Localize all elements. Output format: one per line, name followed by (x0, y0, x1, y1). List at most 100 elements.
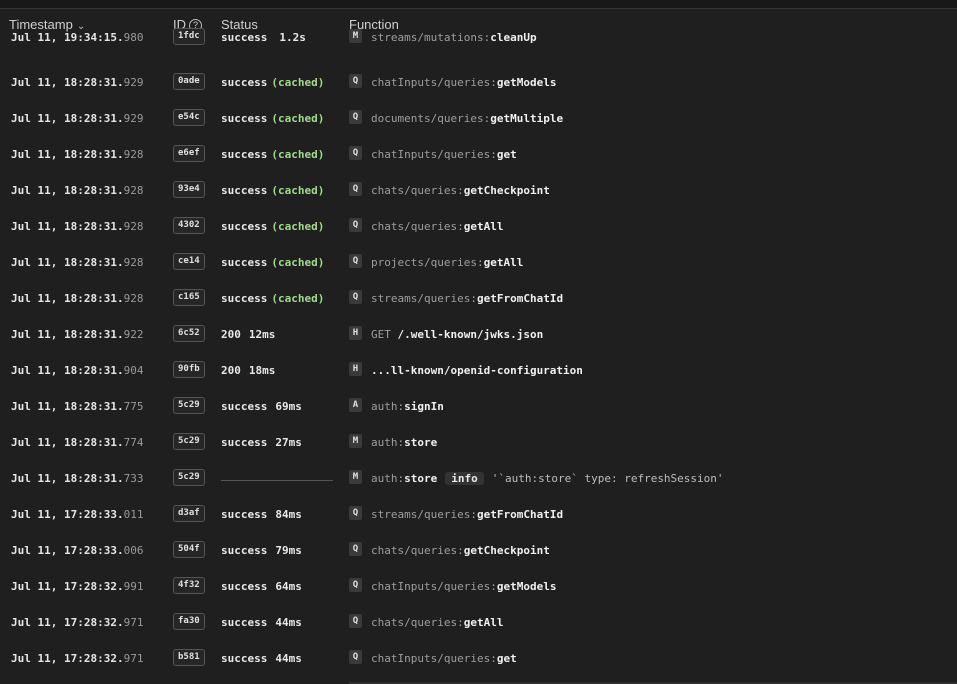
status-placeholder-line (221, 480, 333, 481)
request-id-badge[interactable]: b581 (173, 649, 205, 666)
log-row[interactable]: Jul 11, 18:28:31.922 6c52 200 12ms H GET … (0, 315, 957, 351)
log-status: success (cached) (221, 256, 325, 269)
log-timestamp: Jul 11, 17:28:32.971 (11, 652, 144, 665)
function-type-badge: Q (349, 614, 362, 628)
function-name: chats/queries:getCheckpoint (371, 544, 550, 557)
request-id-badge[interactable]: fa30 (173, 613, 205, 630)
request-id-badge[interactable]: e54c (173, 109, 205, 126)
request-id-badge[interactable]: 0ade (173, 73, 205, 90)
log-row[interactable]: Jul 11, 17:28:32.991 4f32 success 64ms Q … (0, 567, 957, 603)
log-timestamp: Jul 11, 18:28:31.929 (11, 76, 144, 89)
function-type-badge: Q (349, 290, 362, 304)
request-id-badge[interactable]: c165 (173, 289, 205, 306)
function-name: auth:signIn (371, 400, 444, 413)
function-name: projects/queries:getAll (371, 256, 524, 269)
log-status: success 44ms (221, 616, 302, 629)
log-timestamp: Jul 11, 17:28:32.971 (11, 616, 144, 629)
log-status: success (cached) (221, 184, 325, 197)
function-type-badge: H (349, 362, 362, 376)
request-id-badge[interactable]: 4f32 (173, 577, 205, 594)
log-row[interactable]: Jul 11, 18:28:31.929 0ade success (cached… (0, 63, 957, 99)
log-status: success (cached) (221, 292, 325, 305)
log-status: success 1.2s (221, 31, 306, 44)
log-status: success 84ms (221, 508, 302, 521)
log-row[interactable]: Jul 11, 19:34:15.980 1fdc success 1.2s M … (0, 27, 957, 54)
log-status: success 69ms (221, 400, 302, 413)
log-level-badge: info (445, 472, 484, 485)
log-status: success 79ms (221, 544, 302, 557)
function-type-badge: Q (349, 110, 362, 124)
function-type-badge: Q (349, 146, 362, 160)
function-name: streams/queries:getFromChatId (371, 292, 564, 305)
log-status: success 44ms (221, 652, 302, 665)
log-timestamp: Jul 11, 18:28:31.928 (11, 148, 144, 161)
request-id-badge[interactable]: 5c29 (173, 433, 205, 450)
log-row[interactable]: Jul 11, 18:28:31.774 5c29 success 27ms M … (0, 423, 957, 459)
function-name: chatInputs/queries:get (371, 652, 517, 665)
log-timestamp: Jul 11, 17:28:33.011 (11, 508, 144, 521)
log-row[interactable]: Jul 11, 18:28:31.928 93e4 success (cached… (0, 171, 957, 207)
log-row[interactable]: Jul 11, 18:28:31.928 c165 success (cached… (0, 279, 957, 315)
function-name: chats/queries:getAll (371, 220, 504, 233)
log-timestamp: Jul 11, 18:28:31.928 (11, 220, 144, 233)
log-row[interactable]: Jul 11, 17:28:32.971 b581 success 44ms Q … (0, 639, 957, 675)
log-row[interactable]: Jul 11, 17:28:32.971 fa30 success 44ms Q … (0, 603, 957, 639)
request-id-badge[interactable]: 1fdc (173, 28, 205, 45)
function-type-badge: H (349, 326, 362, 340)
function-type-badge: Q (349, 254, 362, 268)
function-name: GET /.well-known/jwks.json (371, 328, 544, 341)
log-status: success 64ms (221, 580, 302, 593)
log-row[interactable]: Jul 11, 18:28:31.733 5c29 M auth:store in… (0, 459, 957, 495)
request-id-badge[interactable]: 4302 (173, 217, 205, 234)
function-type-badge: M (349, 29, 362, 43)
request-id-badge[interactable]: e6ef (173, 145, 205, 162)
function-name: chatInputs/queries:getModels (371, 76, 557, 89)
log-row[interactable]: Jul 11, 17:28:33.006 504f success 79ms Q … (0, 531, 957, 567)
log-status: success 27ms (221, 436, 302, 449)
log-row[interactable]: Jul 11, 18:28:31.904 90fb 200 18ms H ...l… (0, 351, 957, 387)
request-id-badge[interactable]: 90fb (173, 361, 205, 378)
function-type-badge: Q (349, 506, 362, 520)
function-type-badge: M (349, 434, 362, 448)
request-id-badge[interactable]: 93e4 (173, 181, 205, 198)
log-timestamp: Jul 11, 19:34:15.980 (11, 31, 144, 44)
function-name: auth:store (371, 436, 438, 449)
function-type-badge: Q (349, 578, 362, 592)
log-row[interactable]: Jul 11, 18:28:31.928 e6ef success (cached… (0, 135, 957, 171)
log-timestamp: Jul 11, 18:28:31.775 (11, 400, 144, 413)
log-timestamp: Jul 11, 18:28:31.904 (11, 364, 144, 377)
log-row[interactable]: Jul 11, 18:28:31.928 4302 success (cached… (0, 207, 957, 243)
function-type-badge: Q (349, 650, 362, 664)
function-type-badge: Q (349, 74, 362, 88)
function-name: auth:store info '`auth:store` type: refres… (371, 472, 724, 485)
log-row[interactable]: Jul 11, 18:28:31.929 e54c success (cached… (0, 99, 957, 135)
log-status: success (cached) (221, 220, 325, 233)
function-type-badge: M (349, 470, 362, 484)
request-id-badge[interactable]: 6c52 (173, 325, 205, 342)
request-id-badge[interactable]: 5c29 (173, 469, 205, 486)
log-timestamp: Jul 11, 18:28:31.733 (11, 472, 144, 485)
log-status: 200 18ms (221, 364, 276, 377)
function-name: chatInputs/queries:getModels (371, 580, 557, 593)
log-timestamp: Jul 11, 18:28:31.929 (11, 112, 144, 125)
log-row[interactable]: Jul 11, 17:28:33.011 d3af success 84ms Q … (0, 495, 957, 531)
log-timestamp: Jul 11, 18:28:31.922 (11, 328, 144, 341)
log-timestamp: Jul 11, 18:28:31.928 (11, 256, 144, 269)
function-name: documents/queries:getMultiple (371, 112, 564, 125)
function-type-badge: A (349, 398, 362, 412)
function-name: ...ll-known/openid-configuration (371, 364, 583, 377)
request-id-badge[interactable]: 504f (173, 541, 205, 558)
request-id-badge[interactable]: ce14 (173, 253, 205, 270)
function-name: streams/mutations:cleanUp (371, 31, 537, 44)
log-timestamp: Jul 11, 18:28:31.928 (11, 292, 144, 305)
function-name: streams/queries:getFromChatId (371, 508, 564, 521)
function-name: chatInputs/queries:get (371, 148, 517, 161)
log-row[interactable]: Jul 11, 18:28:31.928 ce14 success (cached… (0, 243, 957, 279)
request-id-badge[interactable]: 5c29 (173, 397, 205, 414)
log-timestamp: Jul 11, 18:28:31.928 (11, 184, 144, 197)
log-timestamp: Jul 11, 17:28:32.991 (11, 580, 144, 593)
function-type-badge: Q (349, 542, 362, 556)
request-id-badge[interactable]: d3af (173, 505, 205, 522)
log-row[interactable]: Jul 11, 18:28:31.775 5c29 success 69ms A … (0, 387, 957, 423)
function-name: chats/queries:getCheckpoint (371, 184, 550, 197)
